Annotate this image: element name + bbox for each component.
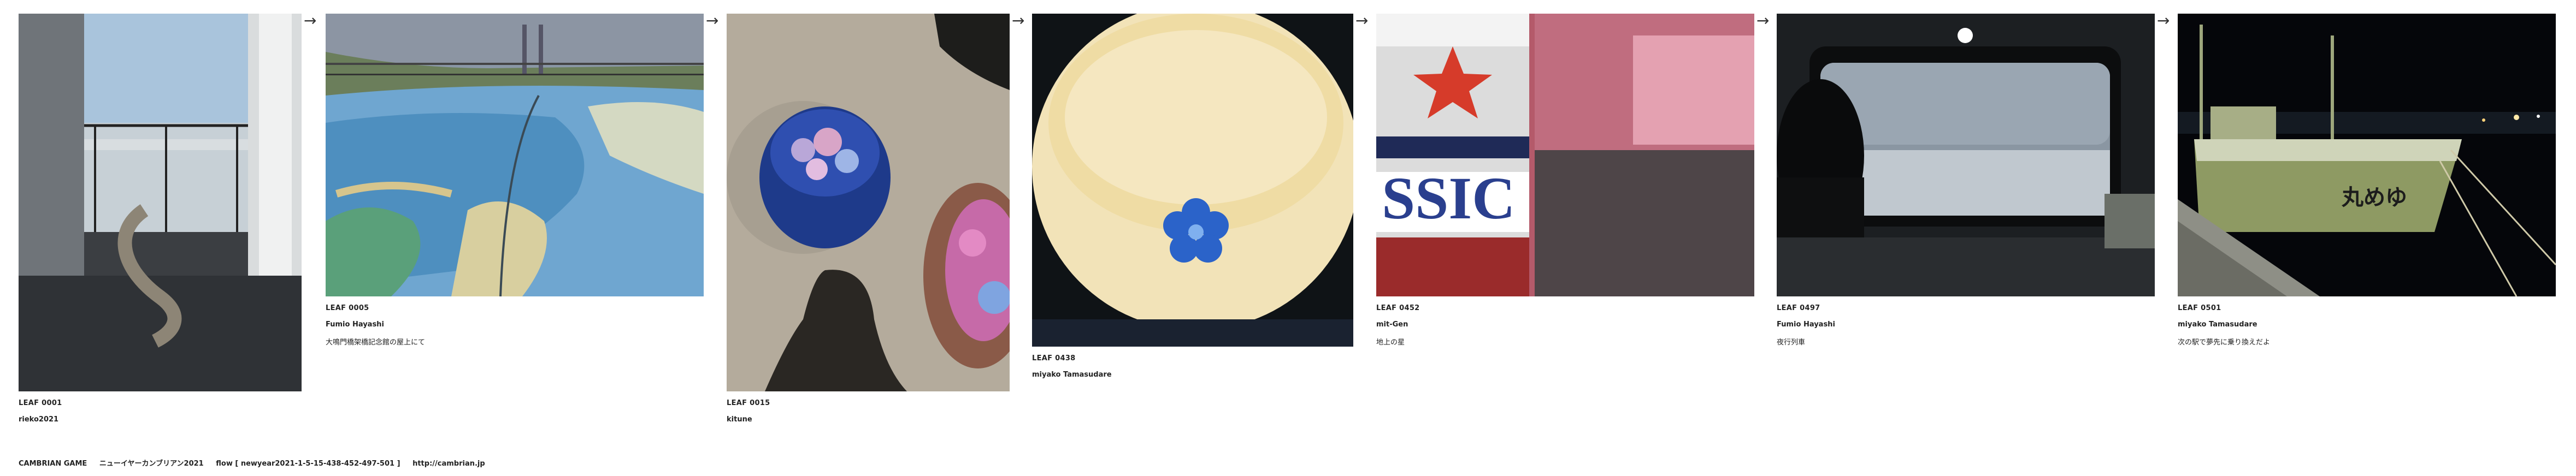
train-window-photo-icon	[1777, 14, 2155, 296]
flow-arrow-icon: →	[1756, 11, 1770, 29]
leaf-card-0438[interactable]: LEAF 0438 miyako Tamasudare	[1032, 14, 1353, 379]
footer-flow-id: flow [ newyear2021-1-5-15-438-452-497-50…	[216, 460, 400, 468]
leaf-card-0005[interactable]: LEAF 0005 Fumio Hayashi 大鳴門橋架橋記念館の屋上にて	[326, 14, 704, 347]
leaf-card-0001[interactable]: LEAF 0001 rieko2021	[19, 14, 302, 424]
leaf-photo-0501[interactable]: 丸めゆ	[2178, 14, 2556, 296]
leaf-photo-0015[interactable]	[727, 14, 1010, 391]
flow-arrow-icon: →	[304, 11, 317, 29]
footer: CAMBRIAN GAME ニューイヤーカンブリアン2021 flow [ ne…	[19, 457, 485, 468]
svg-text:丸めゆ: 丸めゆ	[2341, 185, 2407, 210]
flow-arrow-icon: →	[1012, 11, 1025, 29]
leaf-caption: 地上の星	[1376, 338, 1405, 347]
leaf-id[interactable]: LEAF 0452	[1376, 304, 1754, 312]
leaf-id[interactable]: LEAF 0015	[727, 399, 1010, 407]
leaf-id[interactable]: LEAF 0497	[1777, 304, 2155, 312]
leaf-photo-0438[interactable]	[1032, 14, 1353, 347]
leaf-author[interactable]: miyako Tamasudare	[1032, 371, 1353, 379]
svg-text:SSIC: SSIC	[1382, 165, 1516, 231]
flow-arrow-icon: →	[1355, 11, 1369, 29]
ceramic-bowl-photo-icon	[1032, 14, 1353, 347]
footer-title: ニューイヤーカンブリアン2021	[99, 460, 204, 468]
flow-arrow-icon: →	[2157, 11, 2170, 29]
hydrangea-bowl-photo-icon	[727, 14, 1010, 391]
leaf-card-0015[interactable]: LEAF 0015 kitune	[727, 14, 1010, 424]
flow-arrow-icon: →	[706, 11, 719, 29]
footer-site-link[interactable]: http://cambrian.jp	[412, 460, 485, 468]
leaf-id[interactable]: LEAF 0005	[326, 304, 704, 312]
leaf-author[interactable]: Fumio Hayashi	[1777, 320, 2155, 329]
leaf-author[interactable]: kitune	[727, 415, 1010, 424]
leaf-author[interactable]: rieko2021	[19, 415, 302, 424]
leaf-author[interactable]: Fumio Hayashi	[326, 320, 704, 329]
leaf-id[interactable]: LEAF 0501	[2178, 304, 2556, 312]
footer-site-name: CAMBRIAN GAME	[19, 460, 87, 468]
leaf-id[interactable]: LEAF 0001	[19, 399, 302, 407]
leaf-photo-0001[interactable]	[19, 14, 302, 391]
leaf-caption: 夜行列車	[1777, 338, 1806, 347]
beer-can-photo-icon: SSIC	[1376, 14, 1754, 296]
leaf-photo-0452[interactable]: SSIC	[1376, 14, 1754, 296]
leaf-card-0501[interactable]: 丸めゆ LEAF 0501 miyako Tamasudare 次の駅で夢先に乗…	[2178, 14, 2556, 347]
leaf-id[interactable]: LEAF 0438	[1032, 354, 1353, 362]
balcony-photo-icon	[19, 14, 302, 391]
leaf-card-0497[interactable]: LEAF 0497 Fumio Hayashi 夜行列車	[1777, 14, 2155, 347]
leaf-author[interactable]: miyako Tamasudare	[2178, 320, 2556, 329]
leaf-photo-0005[interactable]	[326, 14, 704, 296]
rooftop-map-photo-icon	[326, 14, 704, 296]
leaf-card-0452[interactable]: SSIC LEAF 0452 mit-Gen 地上の星	[1376, 14, 1754, 347]
fishing-boat-photo-icon: 丸めゆ	[2178, 14, 2556, 296]
leaf-caption: 次の駅で夢先に乗り換えだよ	[2178, 338, 2271, 347]
leaf-author[interactable]: mit-Gen	[1376, 320, 1754, 329]
leaf-photo-0497[interactable]	[1777, 14, 2155, 296]
leaf-caption: 大鳴門橋架橋記念館の屋上にて	[326, 338, 426, 347]
